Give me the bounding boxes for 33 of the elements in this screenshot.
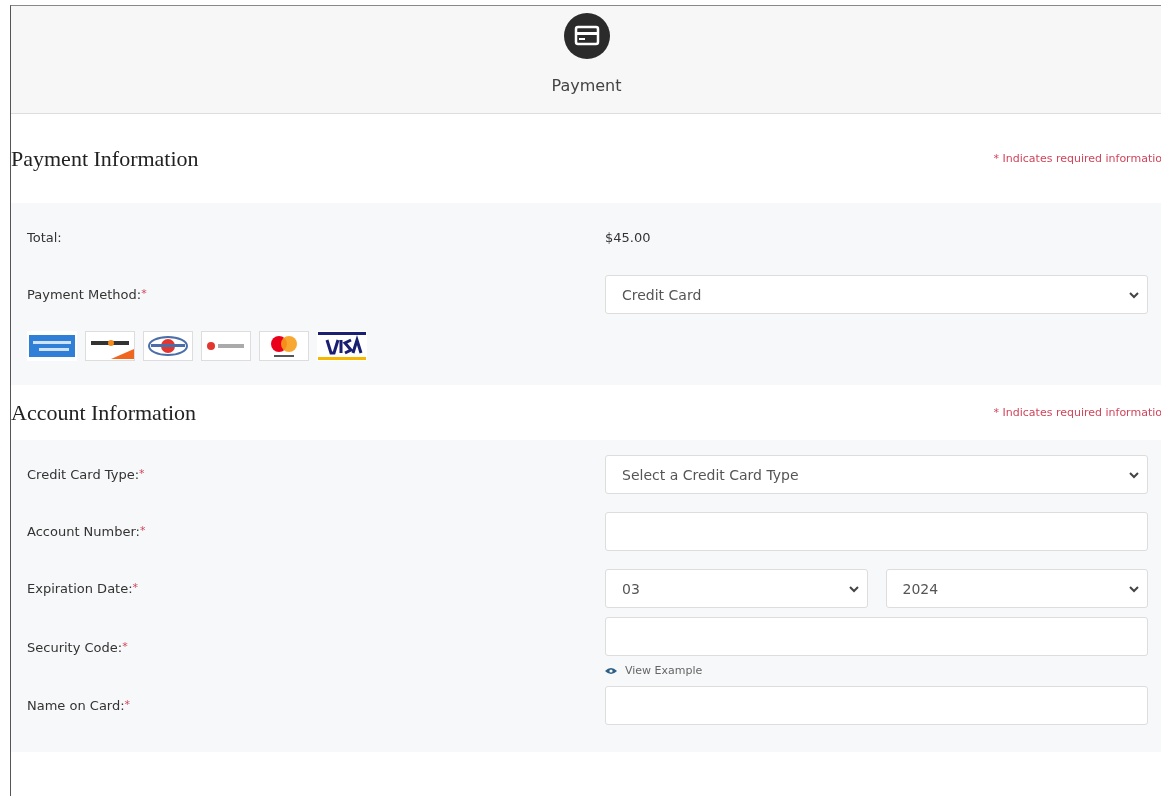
chevron-down-icon [848,584,859,593]
field-label: Name on Card:* [27,698,132,713]
input-field[interactable] [605,512,1148,551]
card-logo-icon [259,331,309,361]
field-label: Account Number:* [27,524,147,539]
section-heading: Payment Information [11,145,199,172]
card-logo-icon [27,331,77,361]
card-logo-icon [201,331,251,361]
section-heading: Account Information [11,399,197,426]
chevron-down-icon [1129,584,1139,593]
field-label: Payment Method:* [27,287,148,302]
chevron-down-icon [1129,470,1139,479]
required-note: * Indicates required informatio [993,406,1161,419]
input-field[interactable] [605,686,1148,725]
field-label: Total: [27,230,63,245]
field-label: Credit Card Type:* [27,467,146,482]
field-label: Expiration Date:* [27,581,140,596]
select-field[interactable]: Credit Card [605,275,1148,314]
total-value: $45.00 [605,230,652,245]
page-title: Payment [551,76,622,95]
input-field[interactable] [605,617,1148,656]
view-example-link[interactable]: View Example [605,664,703,677]
select-field[interactable]: 03 [605,569,868,608]
required-note: * Indicates required informatio [993,152,1161,165]
credit-card-icon [563,13,610,59]
card-logo-icon [143,331,193,361]
chevron-down-icon [1129,290,1139,299]
card-logo-icon [85,331,135,361]
select-field[interactable]: Select a Credit Card Type [605,455,1148,494]
eye-icon [605,666,617,675]
card-logo-icon [317,331,367,361]
field-label: Security Code:* [27,639,129,655]
select-field[interactable]: 2024 [885,569,1148,608]
